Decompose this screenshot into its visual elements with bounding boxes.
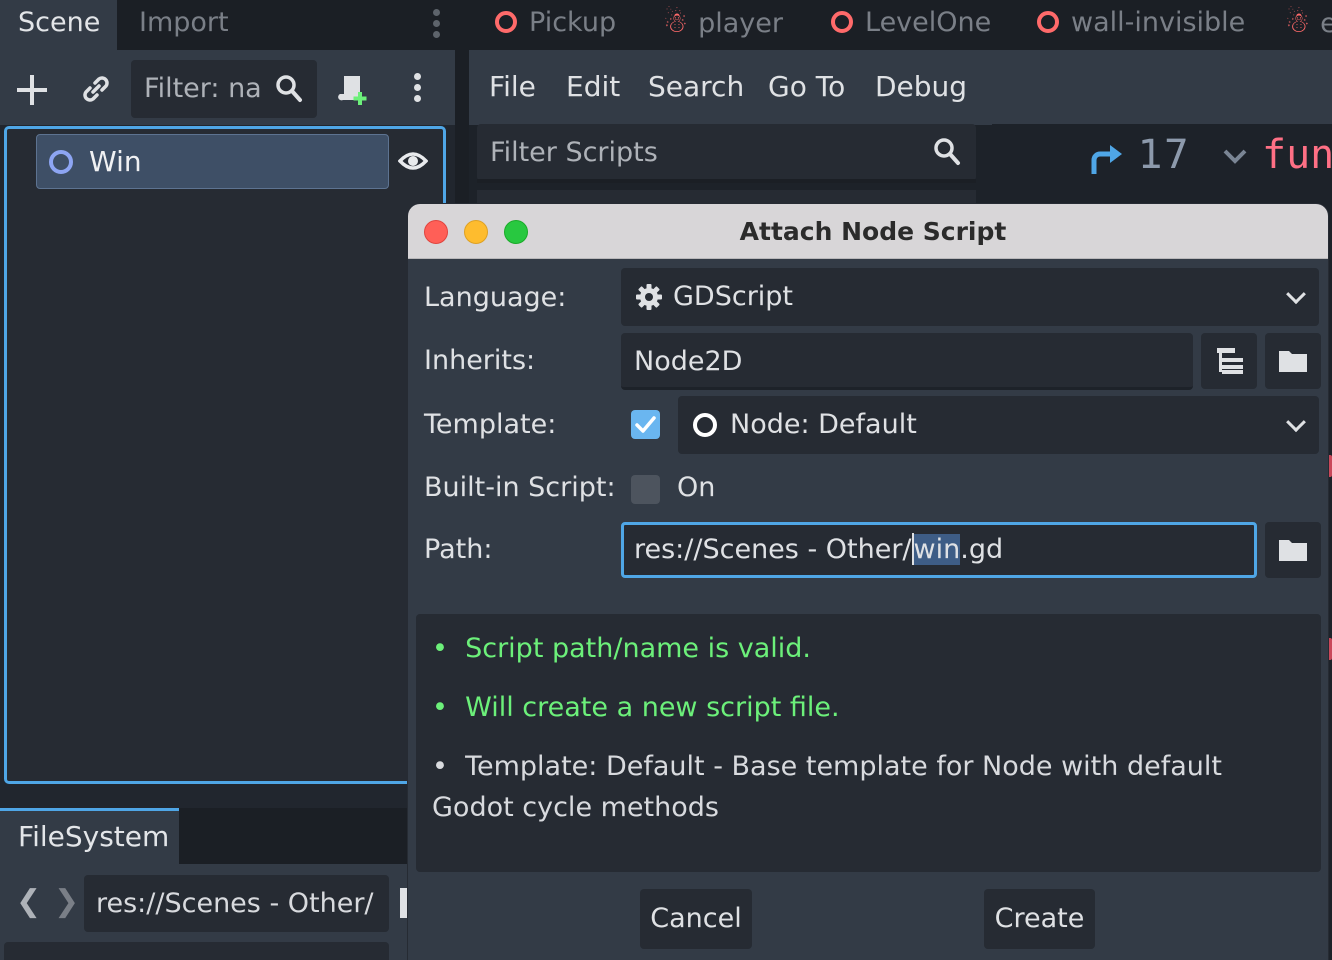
override-arrow-icon	[1091, 145, 1122, 174]
tab-filesystem[interactable]: FileSystem	[0, 808, 179, 864]
builtin-on-label: On	[677, 472, 716, 503]
folder-icon	[1279, 540, 1307, 561]
attach-node-script-dialog: Attach Node Script Language: GDScript In…	[408, 204, 1328, 960]
dock-menu-icon[interactable]	[428, 6, 444, 42]
inherits-value: Node2D	[634, 346, 743, 377]
scene-tab-pickup[interactable]: Pickup	[495, 0, 616, 50]
node-icon	[1037, 11, 1059, 33]
language-select[interactable]: GDScript	[621, 268, 1319, 326]
message-new-file: • Will create a new script file.	[432, 692, 840, 723]
message-template: • Template: Default - Base template for …	[432, 751, 1222, 823]
path-suffix: .gd	[960, 534, 1004, 565]
checkmark-icon	[635, 416, 656, 433]
dialog-titlebar[interactable]: Attach Node Script	[408, 204, 1328, 259]
scene-dock-tabbar: Scene Import	[0, 0, 455, 50]
gear-icon	[636, 284, 662, 310]
fold-chevron-icon[interactable]	[1222, 148, 1248, 166]
folder-icon	[1279, 351, 1307, 372]
template-select[interactable]: Node: Default	[678, 396, 1319, 454]
filter-scripts-placeholder: Filter Scripts	[490, 137, 658, 168]
path-selection: win	[913, 534, 961, 565]
template-checkbox[interactable]	[631, 410, 660, 439]
search-icon	[276, 75, 302, 102]
filter-underline	[477, 179, 976, 183]
builtin-script-checkbox[interactable]	[631, 475, 660, 504]
dialog-title: Attach Node Script	[739, 217, 1007, 246]
menu-search[interactable]: Search	[648, 70, 744, 103]
scene-options-icon[interactable]	[409, 70, 425, 106]
search-icon	[934, 138, 960, 165]
tab-scene[interactable]: Scene	[0, 0, 117, 50]
scene-tree	[4, 126, 446, 784]
code-keyword: fun	[1262, 132, 1332, 178]
tab-import[interactable]: Import	[121, 0, 247, 50]
visibility-eye-icon[interactable]	[398, 148, 428, 174]
class-tree-button[interactable]	[1201, 333, 1257, 389]
tree-hierarchy-icon	[1217, 348, 1243, 374]
language-label: Language:	[424, 282, 567, 313]
layout-toggle-icon[interactable]	[400, 888, 408, 918]
create-button[interactable]: Create	[984, 889, 1095, 949]
path-browse-button[interactable]	[1265, 522, 1321, 578]
message-valid: • Script path/name is valid.	[432, 633, 812, 664]
line-number: 17	[1138, 132, 1189, 178]
filter-scripts-input[interactable]: Filter Scripts	[477, 124, 976, 181]
path-prefix: res://Scenes - Other/	[634, 534, 912, 565]
menu-file[interactable]: File	[489, 70, 536, 103]
validation-messages: • Script path/name is valid. • Will crea…	[416, 614, 1321, 872]
node-icon	[495, 11, 517, 33]
chevron-down-icon	[1286, 412, 1306, 433]
path-input[interactable]: res://Scenes - Other/win.gd	[621, 522, 1257, 578]
inherits-input[interactable]: Node2D	[621, 333, 1193, 390]
template-value: Node: Default	[730, 409, 917, 440]
attach-script-icon[interactable]	[338, 72, 370, 106]
scene-tab-wall-invisible[interactable]: wall-invisible	[1037, 0, 1245, 50]
add-node-icon[interactable]	[16, 74, 48, 106]
filesystem-path-input[interactable]: res://Scenes - Other/	[84, 875, 389, 932]
character-icon: ☃	[1285, 6, 1311, 39]
scene-tab-levelone[interactable]: LevelOne	[831, 0, 991, 50]
chevron-down-icon	[1286, 284, 1306, 305]
scene-filter-text: Filter: na	[144, 73, 262, 104]
menu-edit[interactable]: Edit	[566, 70, 620, 103]
node-icon	[693, 413, 717, 437]
inherits-label: Inherits:	[424, 345, 536, 376]
filesystem-filter-input[interactable]	[4, 942, 389, 960]
scene-tab-player[interactable]: ☃ player	[663, 0, 783, 50]
builtin-script-label: Built-in Script:	[424, 472, 616, 503]
language-value: GDScript	[673, 281, 794, 312]
cancel-button[interactable]: Cancel	[640, 889, 752, 949]
tree-item-win[interactable]: Win	[36, 134, 389, 189]
path-label: Path:	[424, 534, 493, 565]
menu-debug[interactable]: Debug	[875, 70, 967, 103]
scene-tabs-bar: Pickup ☃ player LevelOne wall-invisible ☃…	[469, 0, 1332, 50]
character-icon: ☃	[663, 6, 689, 39]
node-icon	[49, 150, 73, 174]
menu-goto[interactable]: Go To	[768, 70, 845, 103]
tree-item-label: Win	[89, 145, 142, 178]
template-label: Template:	[424, 409, 557, 440]
node-icon	[831, 11, 853, 33]
back-arrow-icon[interactable]: ❮	[16, 887, 41, 917]
forward-arrow-icon[interactable]: ❯	[54, 887, 79, 917]
scene-tab-overflow[interactable]: ☃ e	[1285, 0, 1332, 50]
inherits-browse-button[interactable]	[1265, 333, 1321, 389]
link-icon[interactable]	[80, 73, 112, 105]
